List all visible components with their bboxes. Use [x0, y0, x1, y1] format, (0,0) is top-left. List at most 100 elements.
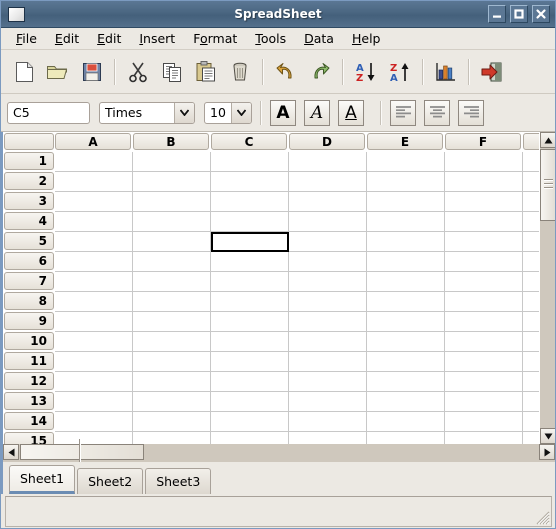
- font-name-value: Times: [105, 104, 143, 120]
- row-header-11[interactable]: 11: [4, 352, 54, 370]
- italic-button[interactable]: A: [304, 99, 330, 126]
- exit-button[interactable]: [475, 55, 509, 89]
- row-header-4[interactable]: 4: [4, 212, 54, 230]
- svg-text:Z: Z: [356, 73, 363, 84]
- column-header-e[interactable]: E: [367, 133, 443, 150]
- open-folder-button[interactable]: [41, 55, 75, 89]
- select-all-corner[interactable]: [4, 133, 54, 150]
- grid-line-horizontal: [55, 171, 539, 172]
- menu-tools[interactable]: Tools: [246, 29, 295, 48]
- chart-icon: [436, 62, 455, 81]
- align-center-button[interactable]: [424, 99, 450, 126]
- row-header-13[interactable]: 13: [4, 392, 54, 410]
- open-folder-icon: [47, 65, 68, 79]
- row-header-15[interactable]: 15: [4, 432, 54, 444]
- new-document-icon: [16, 61, 33, 82]
- new-document-button[interactable]: [7, 55, 41, 89]
- sort-ascending-button[interactable]: A Z: [349, 55, 383, 89]
- delete-button[interactable]: [223, 55, 257, 89]
- triangle-up-icon: [544, 137, 552, 143]
- chevron-down-icon: [237, 109, 246, 116]
- maximize-button[interactable]: [510, 5, 528, 23]
- font-size-dropdown-button[interactable]: [231, 102, 251, 123]
- row-header-5[interactable]: 5: [4, 232, 54, 250]
- row-header-6[interactable]: 6: [4, 252, 54, 270]
- selected-cell-c5[interactable]: [211, 232, 289, 252]
- minimize-button[interactable]: [488, 5, 506, 23]
- vertical-scroll-thumb[interactable]: [540, 149, 555, 221]
- row-header-2[interactable]: 2: [4, 172, 54, 190]
- grid-line-horizontal: [55, 371, 539, 372]
- redo-button[interactable]: [303, 55, 337, 89]
- scroll-up-button[interactable]: [540, 132, 555, 148]
- scroll-left-button[interactable]: [3, 444, 19, 460]
- row-header-7[interactable]: 7: [4, 272, 54, 290]
- font-size-combo[interactable]: 10: [204, 101, 252, 124]
- grid-line-horizontal: [55, 211, 539, 212]
- align-right-button[interactable]: [458, 99, 484, 126]
- format-bar: C5 Times 10 A A A: [1, 94, 555, 132]
- scroll-down-button[interactable]: [540, 428, 555, 444]
- toolbar-separator-1: [114, 58, 116, 85]
- bold-button[interactable]: A: [270, 99, 296, 126]
- close-button[interactable]: [532, 5, 550, 23]
- horizontal-scrollbar[interactable]: [1, 438, 555, 466]
- resize-grip-icon[interactable]: [534, 509, 550, 525]
- toolbar-separator-5: [468, 58, 470, 85]
- vertical-scrollbar[interactable]: [539, 132, 555, 444]
- format-separator-2: [380, 100, 382, 125]
- copy-icon: [163, 62, 181, 82]
- paste-button[interactable]: [189, 55, 223, 89]
- underline-button[interactable]: A: [338, 99, 364, 126]
- sheet-tab-bar: Sheet1 Sheet2 Sheet3: [1, 462, 555, 494]
- sheet-tab-sheet3[interactable]: Sheet3: [145, 468, 212, 494]
- undo-button[interactable]: [269, 55, 303, 89]
- column-header-partial[interactable]: [523, 133, 539, 150]
- cut-button[interactable]: [121, 55, 155, 89]
- column-header-c[interactable]: C: [211, 133, 287, 150]
- row-header-9[interactable]: 9: [4, 312, 54, 330]
- column-header-d[interactable]: D: [289, 133, 365, 150]
- row-header-8[interactable]: 8: [4, 292, 54, 310]
- grid-inner: ABCDEF 1 2 3 4 5 6 7 8 9 10 11 12 13 14 15: [3, 132, 539, 444]
- sort-descending-button[interactable]: Z A: [383, 55, 417, 89]
- horizontal-scroll-thumb[interactable]: [20, 438, 144, 466]
- row-header-12[interactable]: 12: [4, 372, 54, 390]
- toolbar-separator-2: [262, 58, 264, 85]
- font-name-dropdown-button[interactable]: [174, 102, 194, 123]
- menu-insert[interactable]: Insert: [130, 29, 184, 48]
- cell-reference-input[interactable]: C5: [7, 101, 90, 124]
- menu-data[interactable]: Data: [295, 29, 343, 48]
- cell-grid[interactable]: [55, 152, 539, 444]
- menu-file[interactable]: File: [7, 29, 46, 48]
- row-header-14[interactable]: 14: [4, 412, 54, 430]
- spreadsheet-grid-area: ABCDEF 1 2 3 4 5 6 7 8 9 10 11 12 13 14 15: [1, 132, 555, 444]
- toolbar-separator-4: [422, 58, 424, 85]
- column-header-f[interactable]: F: [445, 133, 521, 150]
- save-floppy-icon: [83, 62, 101, 81]
- grid-line-horizontal: [55, 431, 539, 432]
- align-left-button[interactable]: [390, 99, 416, 126]
- row-header-3[interactable]: 3: [4, 192, 54, 210]
- row-header-10[interactable]: 10: [4, 332, 54, 350]
- column-header-b[interactable]: B: [133, 133, 209, 150]
- column-header-a[interactable]: A: [55, 133, 131, 150]
- menu-format[interactable]: Format: [184, 29, 246, 48]
- sort-descending-icon: Z A: [390, 62, 409, 84]
- scroll-right-button[interactable]: [539, 444, 555, 460]
- menu-edit-1[interactable]: Edit: [46, 29, 88, 48]
- grid-line-vertical: [288, 152, 289, 444]
- save-button[interactable]: [75, 55, 109, 89]
- triangle-left-icon: [8, 448, 14, 456]
- menu-help[interactable]: Help: [343, 29, 390, 48]
- menu-edit-2[interactable]: Edit: [88, 29, 130, 48]
- chart-button[interactable]: [429, 55, 463, 89]
- row-header-1[interactable]: 1: [4, 152, 54, 170]
- sheet-tab-sheet2[interactable]: Sheet2: [77, 468, 144, 494]
- sheet-tab-sheet1[interactable]: Sheet1: [9, 465, 76, 494]
- underline-label: A: [345, 102, 357, 123]
- grid-line-horizontal: [55, 351, 539, 352]
- copy-button[interactable]: [155, 55, 189, 89]
- font-name-combo[interactable]: Times: [99, 101, 195, 124]
- status-bar: [5, 496, 552, 527]
